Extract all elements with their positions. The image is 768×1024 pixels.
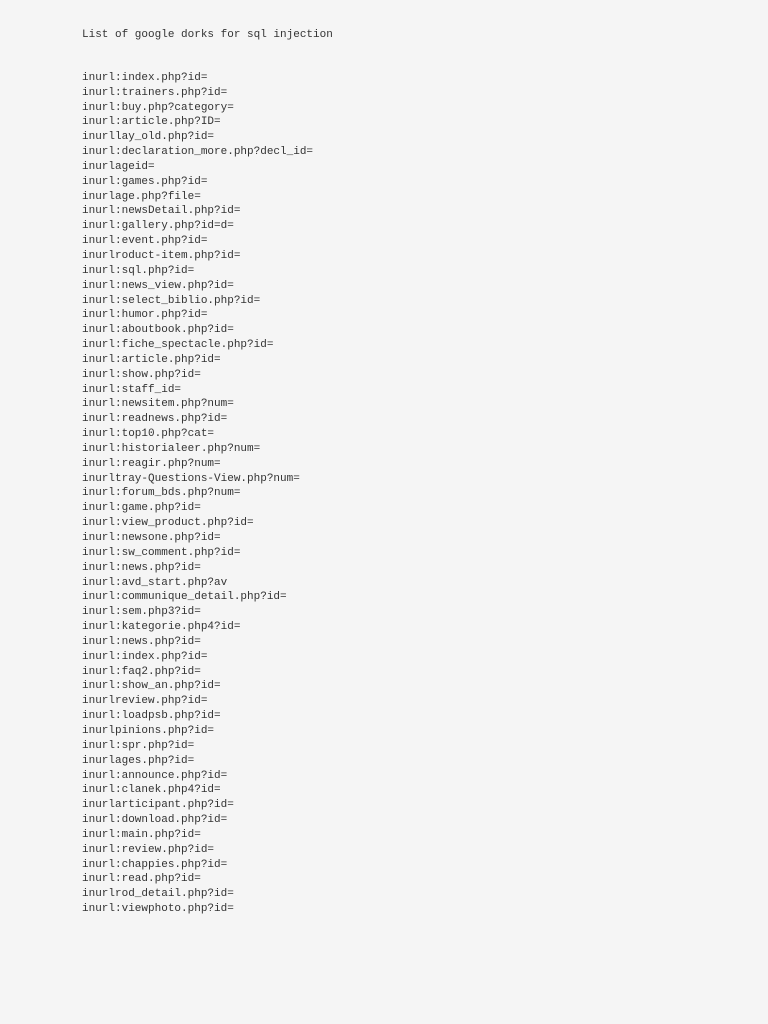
dork-item: inurl:view_product.php?id= (82, 516, 768, 531)
dork-item: inurl:download.php?id= (82, 813, 768, 828)
dork-item: inurl:clanek.php4?id= (82, 783, 768, 798)
dork-item: inurlroduct-item.php?id= (82, 249, 768, 264)
dork-item: inurl:index.php?id= (82, 650, 768, 665)
dork-item: inurlarticipant.php?id= (82, 798, 768, 813)
dork-item: inurl:avd_start.php?av (82, 576, 768, 591)
dork-item: inurl:gallery.php?id=d= (82, 219, 768, 234)
dork-item: inurl:newsone.php?id= (82, 531, 768, 546)
dork-item: inurl:newsDetail.php?id= (82, 204, 768, 219)
dork-item: inurl:sw_comment.php?id= (82, 546, 768, 561)
dork-item: inurlreview.php?id= (82, 694, 768, 709)
dork-item: inurl:show_an.php?id= (82, 679, 768, 694)
dork-item: inurl:loadpsb.php?id= (82, 709, 768, 724)
dork-item: inurl:forum_bds.php?num= (82, 486, 768, 501)
dork-item: inurl:event.php?id= (82, 234, 768, 249)
dork-item: inurl:spr.php?id= (82, 739, 768, 754)
page-title: List of google dorks for sql injection (82, 28, 768, 43)
dork-item: inurl:article.php?ID= (82, 115, 768, 130)
dork-item: inurl:news.php?id= (82, 635, 768, 650)
dork-item: inurl:sem.php3?id= (82, 605, 768, 620)
dork-list: inurl:index.php?id=inurl:trainers.php?id… (82, 71, 768, 917)
dork-item: inurltray-Questions-View.php?num= (82, 472, 768, 487)
dork-item: inurlageid= (82, 160, 768, 175)
dork-item: inurl:trainers.php?id= (82, 86, 768, 101)
dork-item: inurlages.php?id= (82, 754, 768, 769)
dork-item: inurl:sql.php?id= (82, 264, 768, 279)
dork-item: inurl:show.php?id= (82, 368, 768, 383)
dork-item: inurl:faq2.php?id= (82, 665, 768, 680)
dork-item: inurl:games.php?id= (82, 175, 768, 190)
dork-item: inurl:buy.php?category= (82, 101, 768, 116)
dork-item: inurl:newsitem.php?num= (82, 397, 768, 412)
dork-item: inurlpinions.php?id= (82, 724, 768, 739)
dork-item: inurl:reagir.php?num= (82, 457, 768, 472)
dork-item: inurl:read.php?id= (82, 872, 768, 887)
dork-item: inurl:index.php?id= (82, 71, 768, 86)
dork-item: inurl:declaration_more.php?decl_id= (82, 145, 768, 160)
dork-item: inurl:top10.php?cat= (82, 427, 768, 442)
dork-item: inurl:announce.php?id= (82, 769, 768, 784)
dork-item: inurllay_old.php?id= (82, 130, 768, 145)
dork-item: inurlrod_detail.php?id= (82, 887, 768, 902)
dork-item: inurl:news.php?id= (82, 561, 768, 576)
dork-item: inurl:select_biblio.php?id= (82, 294, 768, 309)
dork-item: inurl:review.php?id= (82, 843, 768, 858)
dork-item: inurl:article.php?id= (82, 353, 768, 368)
dork-item: inurl:news_view.php?id= (82, 279, 768, 294)
dork-item: inurl:humor.php?id= (82, 308, 768, 323)
dork-item: inurlage.php?file= (82, 190, 768, 205)
dork-item: inurl:communique_detail.php?id= (82, 590, 768, 605)
dork-item: inurl:viewphoto.php?id= (82, 902, 768, 917)
dork-item: inurl:main.php?id= (82, 828, 768, 843)
dork-item: inurl:game.php?id= (82, 501, 768, 516)
dork-item: inurl:readnews.php?id= (82, 412, 768, 427)
dork-item: inurl:fiche_spectacle.php?id= (82, 338, 768, 353)
dork-item: inurl:historialeer.php?num= (82, 442, 768, 457)
dork-item: inurl:chappies.php?id= (82, 858, 768, 873)
dork-item: inurl:staff_id= (82, 383, 768, 398)
dork-item: inurl:aboutbook.php?id= (82, 323, 768, 338)
dork-item: inurl:kategorie.php4?id= (82, 620, 768, 635)
